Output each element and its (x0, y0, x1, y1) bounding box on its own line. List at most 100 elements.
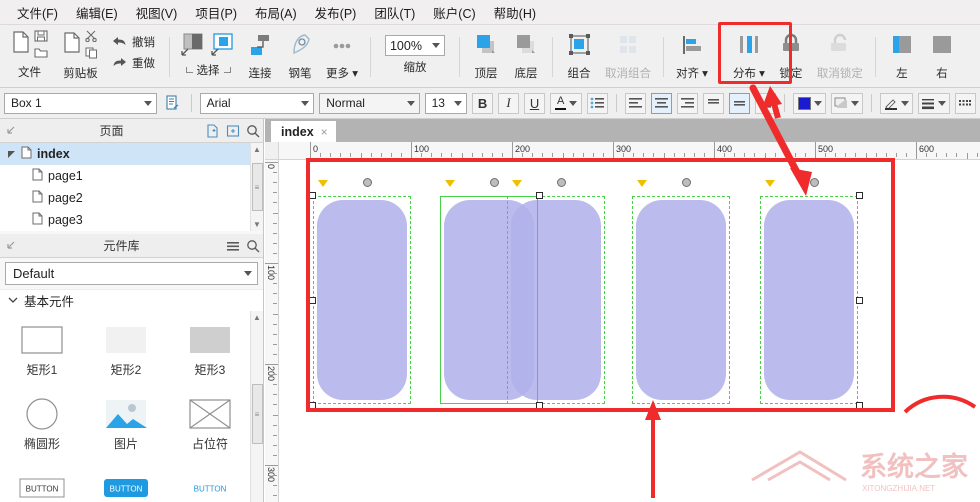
menu-team[interactable]: 团队(T) (365, 0, 424, 25)
tree-item-page3[interactable]: page3 (0, 209, 263, 231)
align-left-button[interactable]: 左 (882, 27, 922, 87)
rotate-marker-icon[interactable] (637, 180, 647, 187)
shadow-button[interactable] (830, 92, 864, 114)
handle-bottom-left[interactable] (309, 402, 316, 409)
corner-radius-handle-icon[interactable] (557, 178, 566, 187)
tree-item-page2[interactable]: page2 (0, 187, 263, 209)
scroll-up-icon[interactable]: ▲ (253, 311, 261, 324)
tree-item-page1[interactable]: page1 (0, 165, 263, 187)
corner-radius-handle-icon[interactable] (363, 178, 372, 187)
redo-button[interactable]: 重做 (108, 54, 159, 72)
font-style-combobox[interactable]: Normal (319, 92, 420, 114)
scroll-thumb[interactable]: ≡ (251, 163, 263, 211)
clipboard-group[interactable]: 剪贴板 (55, 27, 106, 87)
undo-button[interactable]: 撤销 (108, 33, 159, 51)
align-top-button[interactable] (703, 92, 725, 114)
handle-middle-left[interactable] (309, 297, 316, 304)
library-item-rect3[interactable]: 矩形3 (168, 319, 252, 393)
underline-button[interactable]: U (524, 92, 546, 114)
select-contain-icon[interactable] (210, 31, 236, 60)
menu-help[interactable]: 帮助(H) (485, 0, 545, 25)
corner-radius-handle-icon[interactable] (490, 178, 499, 187)
connect-button[interactable]: 连接 (240, 27, 280, 87)
rotate-marker-icon[interactable] (765, 180, 775, 187)
corner-radius-handle-icon[interactable] (682, 178, 691, 187)
scroll-up-icon[interactable]: ▲ (253, 143, 261, 156)
pages-scrollbar[interactable]: ▲ ≡ ▼ (250, 143, 263, 231)
send-to-back-button[interactable]: 底层 (506, 27, 546, 87)
italic-button[interactable]: I (498, 92, 520, 114)
add-folder-icon[interactable] (223, 121, 243, 141)
menu-layout[interactable]: 布局(A) (246, 0, 306, 25)
scroll-thumb[interactable]: ≡ (251, 384, 263, 444)
library-item-button-solid[interactable]: BUTTON (84, 467, 168, 502)
align-text-center-button[interactable] (651, 92, 673, 114)
collapse-arrow-icon[interactable] (0, 121, 20, 141)
select-rect-icon[interactable] (180, 31, 206, 60)
library-section-basic[interactable]: 基本元件 (0, 289, 263, 311)
library-menu-icon[interactable] (223, 236, 243, 256)
menu-file[interactable]: 文件(F) (8, 0, 67, 25)
expand-triangle-icon[interactable] (6, 150, 16, 159)
bullet-list-button[interactable] (587, 92, 609, 114)
handle-top-right[interactable] (856, 192, 863, 199)
ungroup-button[interactable]: 取消组合 (599, 27, 657, 87)
align-button[interactable]: 对齐 ▾ (670, 27, 714, 87)
menu-publish[interactable]: 发布(P) (306, 0, 366, 25)
library-item-image[interactable]: 图片 (84, 393, 168, 467)
handle-middle-right[interactable] (856, 297, 863, 304)
fill-color-button[interactable] (793, 92, 826, 114)
scroll-down-icon[interactable]: ▼ (253, 218, 261, 231)
tab-index[interactable]: index × (271, 121, 336, 142)
font-family-combobox[interactable]: Arial (199, 92, 315, 114)
font-size-combobox[interactable]: 13 (424, 92, 468, 114)
align-right-button[interactable]: 右 (922, 27, 962, 87)
design-board[interactable] (279, 160, 980, 502)
add-page-icon[interactable] (203, 121, 223, 141)
library-scrollbar[interactable]: ▲ ≡ ▼ (250, 311, 263, 502)
group-button[interactable]: 组合 (559, 27, 599, 87)
library-combobox[interactable]: Default (5, 262, 258, 285)
border-color-button[interactable] (880, 92, 913, 114)
rotate-marker-icon[interactable] (512, 180, 522, 187)
search-library-icon[interactable] (243, 236, 263, 256)
widget-name-combobox[interactable]: Box 1 (4, 92, 157, 114)
tree-item-index[interactable]: index (0, 143, 263, 165)
handle-shape2-bottom-right[interactable] (536, 402, 543, 409)
align-middle-button[interactable] (729, 92, 751, 114)
zoom-combobox[interactable]: 100% (384, 35, 445, 56)
align-text-right-button[interactable] (677, 92, 699, 114)
handle-bottom-right[interactable] (856, 402, 863, 409)
rotate-marker-icon[interactable] (318, 180, 328, 187)
distribute-button[interactable]: 分布 ▾ (727, 27, 771, 87)
file-group[interactable]: 文件 (4, 27, 55, 87)
align-bottom-button[interactable] (755, 92, 777, 114)
border-style-button[interactable] (954, 92, 976, 114)
collapse-arrow-icon[interactable] (0, 236, 20, 256)
corner-radius-handle-icon[interactable] (810, 178, 819, 187)
library-item-placeholder[interactable]: 占位符 (168, 393, 252, 467)
align-text-left-button[interactable] (625, 92, 647, 114)
unlock-button[interactable]: 取消锁定 (811, 27, 869, 87)
library-item-rect1[interactable]: 矩形1 (0, 319, 84, 393)
close-icon[interactable]: × (321, 125, 328, 139)
bold-button[interactable]: B (472, 92, 494, 114)
border-width-button[interactable] (917, 92, 950, 114)
library-item-button-text[interactable]: BUTTON (168, 467, 252, 502)
library-item-ellipse[interactable]: 椭圆形 (0, 393, 84, 467)
library-item-button-outline[interactable]: BUTTON (0, 467, 84, 502)
library-item-rect2[interactable]: 矩形2 (84, 319, 168, 393)
handle-top-left[interactable] (309, 192, 316, 199)
notes-button[interactable] (162, 93, 183, 114)
menu-project[interactable]: 项目(P) (186, 0, 246, 25)
more-button[interactable]: 更多 ▾ (320, 27, 364, 87)
menu-account[interactable]: 账户(C) (424, 0, 484, 25)
rotate-marker-icon[interactable] (445, 180, 455, 187)
menu-edit[interactable]: 编辑(E) (67, 0, 127, 25)
text-color-button[interactable]: A (550, 92, 583, 114)
handle-shape2-top-right[interactable] (536, 192, 543, 199)
lock-button[interactable]: 锁定 (771, 27, 811, 87)
pen-button[interactable]: 钢笔 (280, 27, 320, 87)
search-pages-icon[interactable] (243, 121, 263, 141)
menu-view[interactable]: 视图(V) (127, 0, 187, 25)
